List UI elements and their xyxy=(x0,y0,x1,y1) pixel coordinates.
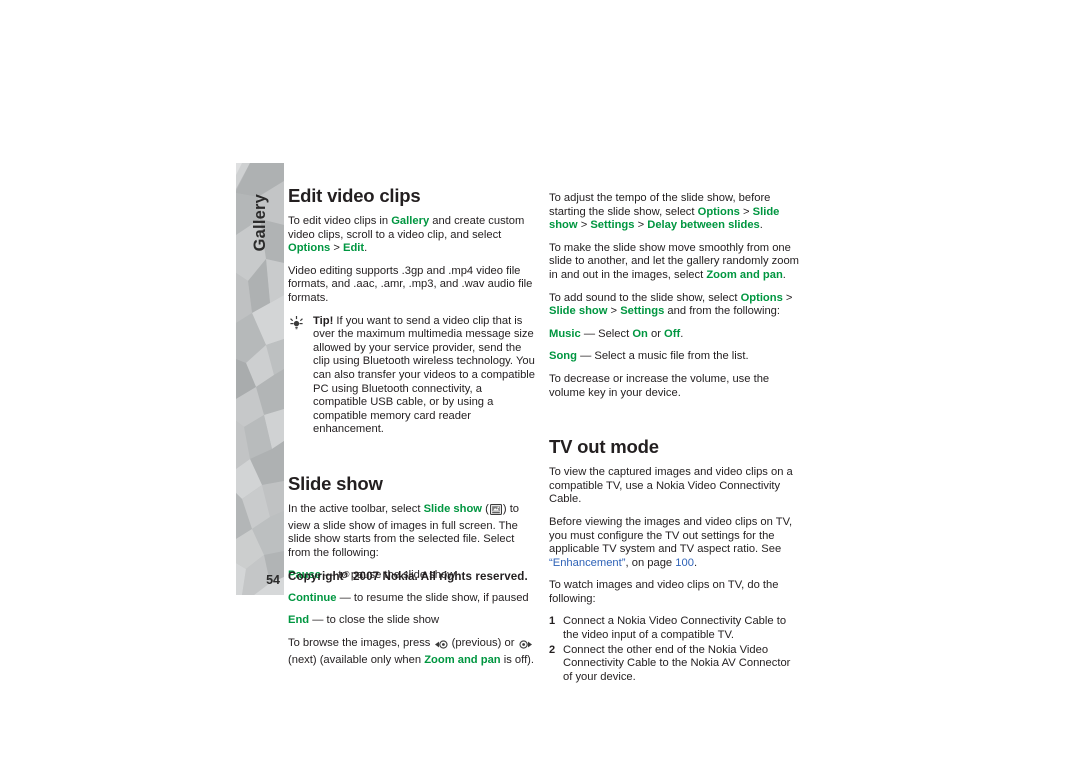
text-run: to resume the slide show, if paused xyxy=(353,591,529,604)
text-run: To browse the images, press xyxy=(288,637,434,650)
manual-page: Gallery 54 Edit video clips To edit vide… xyxy=(0,0,1080,763)
term-gallery: Gallery xyxy=(391,215,430,227)
list-item: 2 Connect the other end of the Nokia Vide… xyxy=(549,644,799,685)
paragraph-browse-images: To browse the images, press (previous) o… xyxy=(288,637,538,667)
term-zoom-and-pan: Zoom and pan xyxy=(424,653,501,666)
text-run: > xyxy=(330,242,344,255)
text-run: (previous) or xyxy=(448,637,518,650)
tip-body-text: If you want to send a video clip that is… xyxy=(313,314,536,436)
heading-slide-show: Slide show xyxy=(288,472,383,494)
list-item-song: Song — Select a music file from the list… xyxy=(549,350,799,364)
tip-callout: Tip! If you want to send a video clip th… xyxy=(288,315,538,437)
term-zoom-and-pan: Zoom and pan xyxy=(706,268,783,281)
slideshow-toolbar-icon-svg xyxy=(489,503,502,515)
heading-tv-out-mode: TV out mode xyxy=(549,436,659,458)
tip-label: Tip! If you want to send a video clip th… xyxy=(313,315,535,436)
term-slide-show: Slide show xyxy=(423,502,483,515)
page-number: 54 xyxy=(266,573,280,587)
paragraph-tv-configure: Before viewing the images and video clip… xyxy=(549,516,799,570)
right-column: To adjust the tempo of the slide show, b… xyxy=(549,192,799,685)
tip-bulb-icon-svg xyxy=(290,315,303,329)
paragraph-volume: To decrease or increase the volume, use … xyxy=(549,372,770,399)
footer-copyright: Copyright© 2007 Nokia. All rights reserv… xyxy=(288,570,528,583)
text-run: . xyxy=(693,556,698,569)
tip-bulb-icon xyxy=(288,315,305,330)
heading-edit-video-clips: Edit video clips xyxy=(288,185,421,206)
term-off: Off xyxy=(664,327,681,340)
list-item-music: Music — Select On or Off. xyxy=(549,328,799,342)
left-column: Edit video clips To edit video clips in … xyxy=(288,186,538,667)
text-run: > xyxy=(739,205,753,218)
text-run: . xyxy=(782,268,786,281)
link-page-100[interactable]: 100 xyxy=(675,557,694,569)
term-continue: Continue xyxy=(288,591,337,604)
footer-suffix: 2007 Nokia. All rights reserved. xyxy=(349,570,528,583)
scroll-left-key-icon-svg xyxy=(434,640,448,649)
text-run: or xyxy=(647,327,665,340)
text-run: . xyxy=(759,219,763,232)
chapter-side-tab: Gallery 54 xyxy=(236,163,284,595)
paragraph-zoom-and-pan: To make the slide show move smoothly fro… xyxy=(549,242,799,283)
paragraph-adjust-tempo: To adjust the tempo of the slide show, b… xyxy=(549,192,799,233)
text-run: Select a music file from the list. xyxy=(594,350,749,363)
text-run: — xyxy=(336,591,354,604)
term-edit: Edit xyxy=(343,242,365,255)
term-music: Music xyxy=(549,327,581,340)
text-run: To edit video clips in xyxy=(288,215,392,227)
text-run: . xyxy=(680,327,684,340)
list-item-continue: Continue — to resume the slide show, if … xyxy=(288,592,538,606)
paragraph-tv-view: To view the captured images and video cl… xyxy=(549,466,793,506)
tip-label-text: Tip! xyxy=(313,314,334,327)
text-run: — xyxy=(580,327,599,340)
paragraph-tv-watch-intro: To watch images and video clips on TV, d… xyxy=(549,579,779,605)
term-delay-between-slides: Delay between slides xyxy=(647,219,760,232)
text-run: (next) (available only when xyxy=(288,653,425,666)
term-end: End xyxy=(288,614,310,627)
slideshow-toolbar-icon xyxy=(489,503,502,520)
paragraph-video-formats: Video editing supports .3gp and .mp4 vid… xyxy=(288,264,533,304)
term-on: On xyxy=(632,327,648,340)
paragraph-slide-show-intro: In the active toolbar, select Slide show… xyxy=(288,503,538,560)
text-run: . xyxy=(364,242,368,255)
term-options: Options xyxy=(697,205,740,218)
text-run: > xyxy=(634,219,648,232)
tv-steps-list: 1 Connect a Nokia Video Connectivity Cabl… xyxy=(549,615,799,684)
list-item: 1 Connect a Nokia Video Connectivity Cabl… xyxy=(549,615,799,642)
step-number: 1 xyxy=(549,615,556,628)
term-settings: Settings xyxy=(590,219,635,232)
text-run: > xyxy=(577,219,591,232)
text-run: ( xyxy=(482,502,489,515)
list-item-end: End — to close the slide show xyxy=(288,614,538,628)
scroll-right-key-icon xyxy=(518,640,532,654)
step-text: Connect the other end of the Nokia Video… xyxy=(563,643,791,683)
text-run: and from the following: xyxy=(664,305,780,318)
paragraph-edit-intro: To edit video clips in Gallery and creat… xyxy=(288,215,538,256)
step-text: Connect a Nokia Video Connectivity Cable… xyxy=(563,615,787,642)
text-run: — xyxy=(576,350,595,363)
scroll-left-key-icon xyxy=(434,640,448,654)
term-slide-show: Slide show xyxy=(549,305,608,318)
term-options: Options xyxy=(740,291,783,304)
text-run: — xyxy=(309,614,327,627)
paragraph-add-sound: To add sound to the slide show, select O… xyxy=(549,292,799,319)
sidebar-facet-pattern xyxy=(236,163,284,595)
text-run: > xyxy=(782,291,793,304)
text-run: To add sound to the slide show, select xyxy=(549,291,741,304)
text-run: is off). xyxy=(500,653,535,666)
footer-prefix: Copyright xyxy=(288,570,344,583)
text-run: In the active toolbar, select xyxy=(288,502,424,515)
term-settings: Settings xyxy=(620,305,665,318)
text-run: to close the slide show xyxy=(326,614,440,627)
scroll-right-key-icon-svg xyxy=(518,640,532,649)
link-enhancement[interactable]: “Enhancement” xyxy=(549,557,626,569)
text-run: > xyxy=(607,305,621,318)
term-options: Options xyxy=(288,242,331,255)
text-run: Before viewing the images and video clip… xyxy=(549,515,793,556)
step-number: 2 xyxy=(549,643,556,656)
text-run: Select xyxy=(598,327,633,340)
text-run: , on page xyxy=(625,556,676,569)
term-song: Song xyxy=(549,350,577,363)
